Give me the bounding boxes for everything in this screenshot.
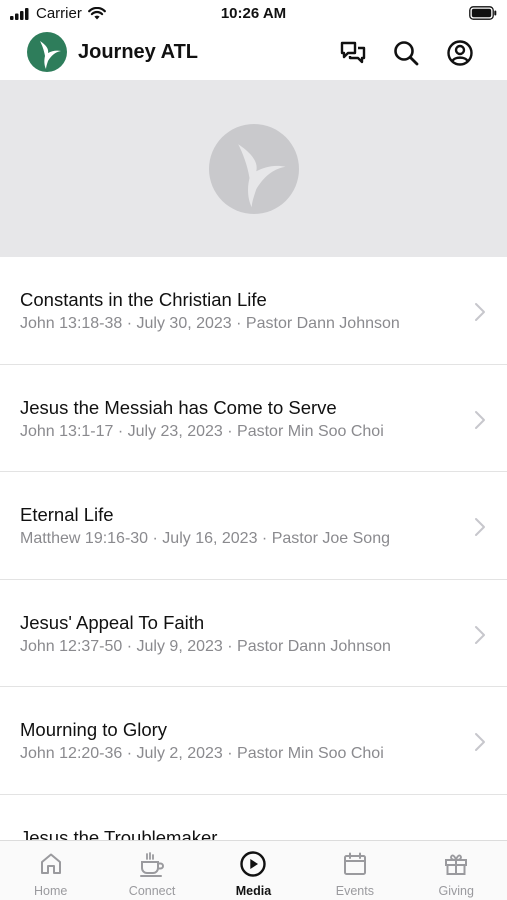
status-bar: Carrier 10:26 AM [0,0,507,30]
tab-label: Giving [438,884,474,898]
battery-icon [469,6,497,20]
chat-bubbles-icon [340,41,366,64]
play-circle-icon [239,850,267,878]
tab-label: Media [235,884,272,898]
bottom-tab-bar: Home Connect Media Events Giving [0,840,507,900]
sermon-meta: John 13:1-17 · July 23, 2023 · Pastor Mi… [20,422,384,440]
list-item[interactable]: Jesus the Messiah has Come to Serve John… [0,365,507,472]
tab-label: Home [34,884,68,898]
list-item[interactable]: Mourning to Glory John 12:20-36 · July 2… [0,687,507,795]
sermon-meta: John 12:37-50 · July 9, 2023 · Pastor Da… [20,637,391,655]
tab-home[interactable]: Home [0,841,101,900]
sermon-title: Jesus the Messiah has Come to Serve [20,396,337,418]
tab-events[interactable]: Events [304,841,405,900]
gift-icon [442,850,470,878]
chevron-right-icon [475,410,485,429]
profile-button[interactable] [445,38,475,68]
list-item[interactable]: Eternal Life Matthew 19:16-30 · July 16,… [0,472,507,580]
featured-media-placeholder[interactable] [0,80,507,257]
app-header: Journey ATL [0,30,507,78]
list-item[interactable]: Constants in the Christian Life John 13:… [0,257,507,365]
chevron-right-icon [475,518,485,536]
status-time: 10:26 AM [220,5,287,22]
search-icon [394,41,419,66]
status-right [469,6,497,25]
journey-logo-placeholder-icon [208,123,299,214]
sermon-title: Mourning to Glory [20,719,168,740]
sermon-title: Jesus the Troublemaker [20,826,218,841]
tab-label: Connect [128,884,176,898]
tab-media[interactable]: Media [203,841,304,900]
sermon-meta: John 13:18-38 · July 30, 2023 · Pastor D… [20,315,400,332]
sermon-title: Eternal Life [20,504,114,525]
user-circle-icon [447,40,473,66]
search-button[interactable] [391,38,421,68]
list-item[interactable]: Jesus' Appeal To Faith John 12:37-50 · J… [0,580,507,687]
tab-label: Events [335,884,374,898]
home-icon [37,850,65,878]
messages-button[interactable] [338,38,368,68]
sermon-title: Jesus' Appeal To Faith [20,611,205,633]
chevron-right-icon [475,625,485,644]
sermon-meta: Matthew 19:16-30 · July 16, 2023 · Pasto… [20,530,390,547]
app-title: Journey ATL [78,41,199,63]
calendar-icon [341,850,369,878]
tab-giving[interactable]: Giving [406,841,507,900]
chevron-right-icon [475,303,485,321]
sermon-title: Constants in the Christian Life [20,289,267,310]
coffee-cup-icon [138,850,166,878]
tab-connect[interactable]: Connect [101,841,202,900]
list-item[interactable]: Jesus the Troublemaker [0,795,507,841]
chevron-right-icon [475,733,485,751]
journey-atl-logo-icon[interactable] [27,32,67,72]
sermon-list: Constants in the Christian Life John 13:… [0,257,507,840]
sermon-meta: John 12:20-36 · July 2, 2023 · Pastor Mi… [20,745,384,762]
